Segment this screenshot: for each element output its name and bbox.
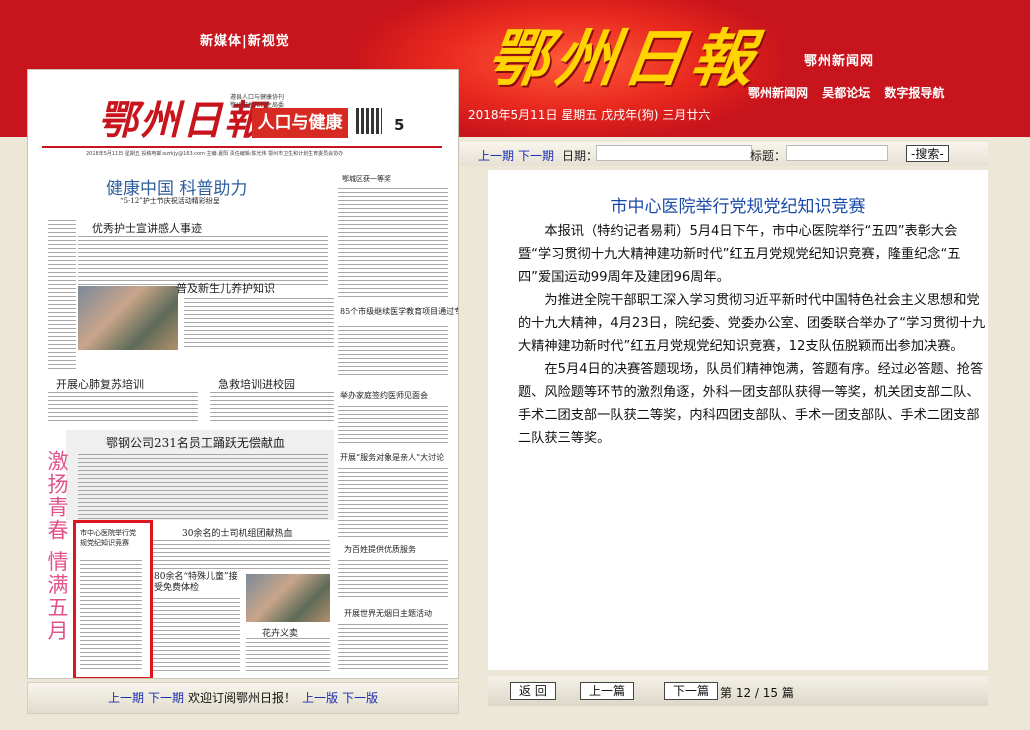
paper-headline-h9[interactable]: 30余名的士司机组团献热血 bbox=[182, 526, 292, 539]
newspaper-page-image[interactable]: 鄂州日報 遵县人口与健康协刊 鄂州卫生和计生局委 人口与健康 5 2018年5月… bbox=[27, 69, 459, 679]
selected-article-highlight[interactable] bbox=[73, 520, 153, 678]
paper-text-block bbox=[48, 220, 76, 370]
prev-article-button[interactable]: 上一篇 bbox=[580, 682, 635, 700]
paper-text-block bbox=[48, 392, 198, 424]
article-paragraph: 本报讯（特约记者易莉）5月4日下午，市中心医院举行“五四”表彰大会暨“学习贯彻十… bbox=[518, 224, 961, 285]
back-button[interactable]: 返 回 bbox=[510, 682, 556, 700]
paper-headline-h4[interactable]: 开展心肺复苏培训 bbox=[56, 376, 144, 392]
link-digital-nav[interactable]: 数字报导航 bbox=[884, 86, 944, 100]
paper-headline-h8[interactable]: 开展“服务对象是亲人”大讨论 bbox=[340, 452, 444, 463]
paper-text-block bbox=[338, 188, 448, 298]
next-period-link[interactable]: 下一期 bbox=[148, 683, 184, 713]
paper-text-block bbox=[246, 638, 330, 672]
qr-code-icon bbox=[356, 108, 382, 134]
paper-bottom-nav: 上一期 下一期 欢迎订阅鄂州日报！ 上一版 下一版 bbox=[27, 682, 459, 714]
paper-section-title: 人口与健康 bbox=[252, 108, 348, 138]
paper-headline-h1[interactable]: 优秀护士宣讲感人事迹 bbox=[92, 220, 202, 236]
paper-headline-h14[interactable]: 鄂城区获一等奖 bbox=[342, 174, 391, 184]
article-paragraph: 在5月4日的决赛答题现场，队员们精神饱满，答题有序。经过必答题、抢答题、风险题等… bbox=[518, 362, 984, 446]
paper-info-line: 2018年5月11日 星期五 投稿电邮:ezrkjy@163.com 主编:夏阳… bbox=[86, 151, 344, 157]
site-name-link[interactable]: 鄂州新闻网 bbox=[804, 50, 874, 69]
next-article-button[interactable]: 下一篇 bbox=[664, 682, 719, 700]
issue-date: 2018年5月11日 星期五 戊戌年(狗) 三月廿六 bbox=[468, 108, 711, 122]
paper-headline-h6[interactable]: 举办家庭签约医师见面会 bbox=[340, 390, 428, 401]
paper-text-block bbox=[338, 326, 448, 376]
newspaper-logo: 鄂州日報 bbox=[482, 22, 765, 95]
paper-headline-main-sub: “5·12”护士节庆祝活动精彩纷呈 bbox=[120, 197, 220, 205]
masthead-rule bbox=[42, 146, 442, 148]
article-title: 市中心医院举行党规党纪知识竞赛 bbox=[610, 197, 866, 217]
paper-headline-h7[interactable]: 鄂钢公司231名员工踊跃无偿献血 bbox=[106, 434, 285, 451]
paper-page-number: 5 bbox=[394, 116, 405, 134]
title-input[interactable] bbox=[786, 145, 888, 161]
paper-text-block bbox=[338, 406, 448, 446]
search-prev-period[interactable]: 上一期 bbox=[478, 147, 514, 164]
paper-text-block bbox=[210, 392, 334, 424]
new-media-nav[interactable]: 新媒体|新视觉 bbox=[200, 30, 290, 49]
paper-photo bbox=[78, 286, 178, 350]
article-body: 本报讯（特约记者易莉）5月4日下午，市中心医院举行“五四”表彰大会暨“学习贯彻十… bbox=[518, 220, 986, 450]
link-wudu-forum[interactable]: 吴都论坛 bbox=[822, 86, 870, 100]
paper-headline-h5[interactable]: 急救培训进校园 bbox=[218, 376, 295, 392]
date-label: 日期： bbox=[562, 149, 599, 163]
prev-period-link[interactable]: 上一期 bbox=[108, 683, 144, 713]
paper-text-block bbox=[78, 236, 328, 286]
paper-text-block bbox=[150, 598, 240, 672]
paper-text-block bbox=[338, 560, 448, 600]
site-links: 鄂州新闻网 吴都论坛 数字报导航 bbox=[748, 84, 954, 101]
link-ezhou-news[interactable]: 鄂州新闻网 bbox=[748, 86, 808, 100]
paper-text-block bbox=[338, 468, 448, 538]
paper-headline-h3[interactable]: 85个市级继续医学教育项目通过专家审批 bbox=[340, 306, 458, 317]
paper-headline-h13[interactable]: 开展世界无烟日主题活动 bbox=[344, 608, 432, 619]
date-input[interactable] bbox=[596, 145, 752, 161]
paper-text-block bbox=[184, 298, 334, 350]
paper-text-block bbox=[78, 454, 328, 520]
search-button[interactable]: -搜索- bbox=[906, 145, 949, 162]
paper-text-block bbox=[338, 624, 448, 672]
paper-photo bbox=[246, 574, 330, 622]
paper-text-block bbox=[150, 540, 330, 570]
search-next-period[interactable]: 下一期 bbox=[518, 147, 554, 164]
article-pagination: 返 回 上一篇 下一篇 第 12 / 15 篇 bbox=[488, 676, 988, 706]
paper-headline-h2[interactable]: 普及新生儿养护知识 bbox=[176, 280, 275, 296]
search-bar: 上一期 下一期 日期： 标题： -搜索- bbox=[460, 142, 988, 166]
next-page-link[interactable]: 下一版 bbox=[342, 683, 378, 713]
article-paragraph: 为推进全院干部职工深入学习贯彻习近平新时代中国特色社会主义思想和党的十九大精神，… bbox=[518, 293, 986, 354]
article-panel: 市中心医院举行党规党纪知识竞赛 本报讯（特约记者易莉）5月4日下午，市中心医院举… bbox=[488, 170, 988, 670]
paper-headline-h11[interactable]: 80余名“特殊儿童”接受免费体检 bbox=[154, 572, 244, 594]
article-count: 第 12 / 15 篇 bbox=[720, 686, 794, 700]
paper-headline-h10[interactable]: 为百姓提供优质服务 bbox=[344, 544, 416, 555]
welcome-text: 欢迎订阅鄂州日报！ bbox=[188, 691, 297, 705]
prev-page-link[interactable]: 上一版 bbox=[302, 683, 338, 713]
title-label: 标题： bbox=[750, 149, 787, 163]
paper-vertical-title: 激扬青春 情满五月 bbox=[45, 450, 69, 643]
